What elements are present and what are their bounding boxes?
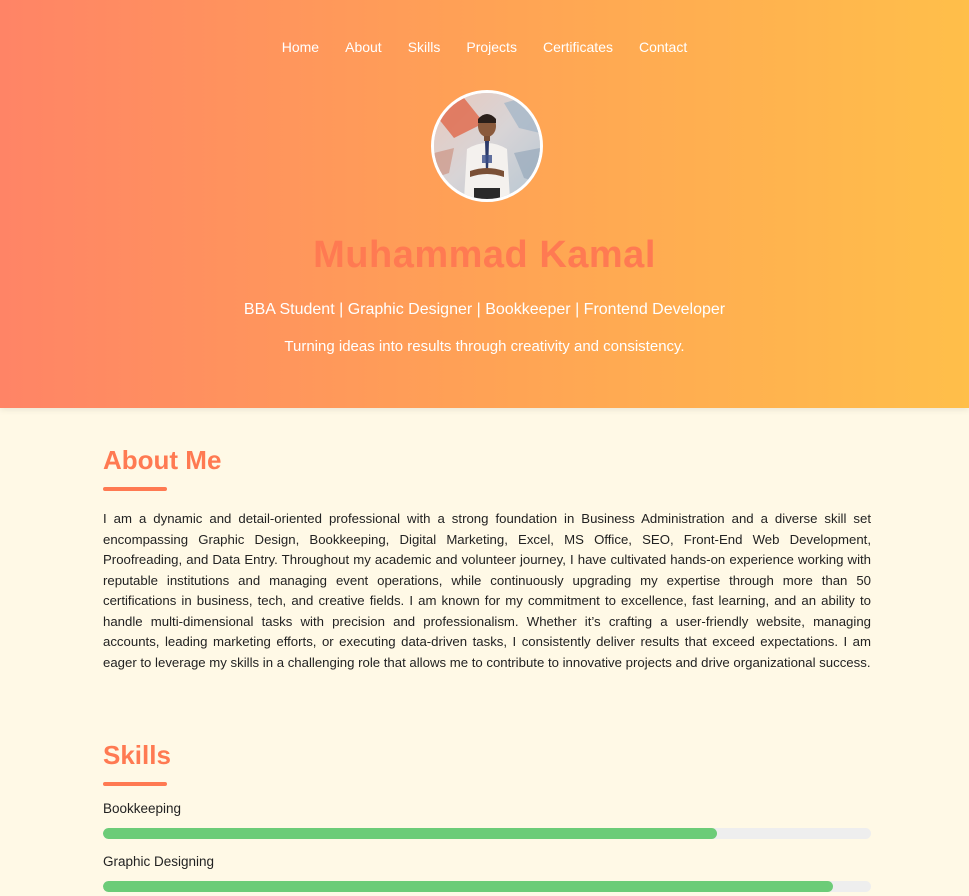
nav-home-link[interactable]: Home: [282, 38, 319, 56]
hero-name: Muhammad Kamal: [313, 234, 656, 276]
skill-item: Graphic Designing: [103, 854, 871, 892]
about-text: I am a dynamic and detail-oriented profe…: [103, 511, 871, 670]
nav-skills-link[interactable]: Skills: [408, 38, 441, 56]
about-section: About Me I am a dynamic and detail-orien…: [103, 444, 871, 686]
skill-label: Graphic Designing: [103, 854, 215, 869]
skill-progress-track: [103, 828, 871, 839]
skill-progress-track: [103, 881, 871, 892]
skill-label: Bookkeeping: [103, 801, 182, 816]
hero-header: Home About Skills Projects Certificates …: [0, 0, 969, 408]
profile-photo: [434, 93, 540, 199]
hero-tagline: Turning ideas into results through creat…: [284, 338, 685, 355]
skill-progress-fill: [103, 881, 833, 892]
hero-roles: BBA Student | Graphic Designer | Bookkee…: [243, 301, 726, 318]
nav-about-link[interactable]: About: [345, 38, 382, 56]
skill-progress-fill: [103, 828, 718, 839]
main-nav: Home About Skills Projects Certificates …: [0, 38, 969, 56]
skills-section: Skills Bookkeeping Graphic Designing: [103, 739, 871, 892]
avatar: [431, 90, 543, 202]
skill-item: Bookkeeping: [103, 801, 871, 839]
skills-title: Skills: [103, 740, 171, 770]
nav-projects-link[interactable]: Projects: [466, 38, 517, 56]
skills-title-underline: [103, 782, 167, 786]
about-title: About Me: [103, 445, 222, 475]
nav-contact-link[interactable]: Contact: [639, 38, 687, 56]
about-title-underline: [103, 487, 167, 491]
nav-certificates-link[interactable]: Certificates: [543, 38, 613, 56]
